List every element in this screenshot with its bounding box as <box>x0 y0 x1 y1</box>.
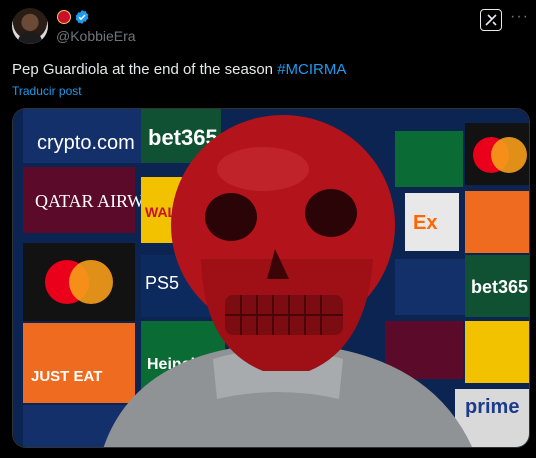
sponsor-crypto: crypto.com <box>37 132 135 154</box>
svg-text:Ex: Ex <box>413 212 437 234</box>
sponsor-justeat: JUST EAT <box>31 368 102 385</box>
svg-text:bet365: bet365 <box>471 277 528 297</box>
more-icon[interactable]: ··· <box>510 8 529 26</box>
author-handle[interactable]: @KobbieEra <box>56 28 136 44</box>
hashtag-link[interactable]: #MCIRMA <box>277 61 346 78</box>
press-conference-photo: crypto.com bet365 QATAR AIRWAYS WALKERS … <box>13 109 529 447</box>
club-badge-icon <box>57 10 71 24</box>
grok-glyph-icon <box>485 14 497 26</box>
author-badges <box>57 9 90 25</box>
post-image[interactable]: crypto.com bet365 QATAR AIRWAYS WALKERS … <box>12 108 530 448</box>
translate-link[interactable]: Traducir post <box>12 84 82 98</box>
avatar[interactable] <box>12 8 48 44</box>
post-body: Pep Guardiola at the end of the season <box>12 61 274 78</box>
sponsor-ps5: PS5 <box>145 273 179 293</box>
grok-icon[interactable] <box>480 9 502 31</box>
sponsor-prime: prime <box>465 396 519 418</box>
post-text: Pep Guardiola at the end of the season #… <box>12 60 346 80</box>
verified-icon <box>75 10 89 24</box>
